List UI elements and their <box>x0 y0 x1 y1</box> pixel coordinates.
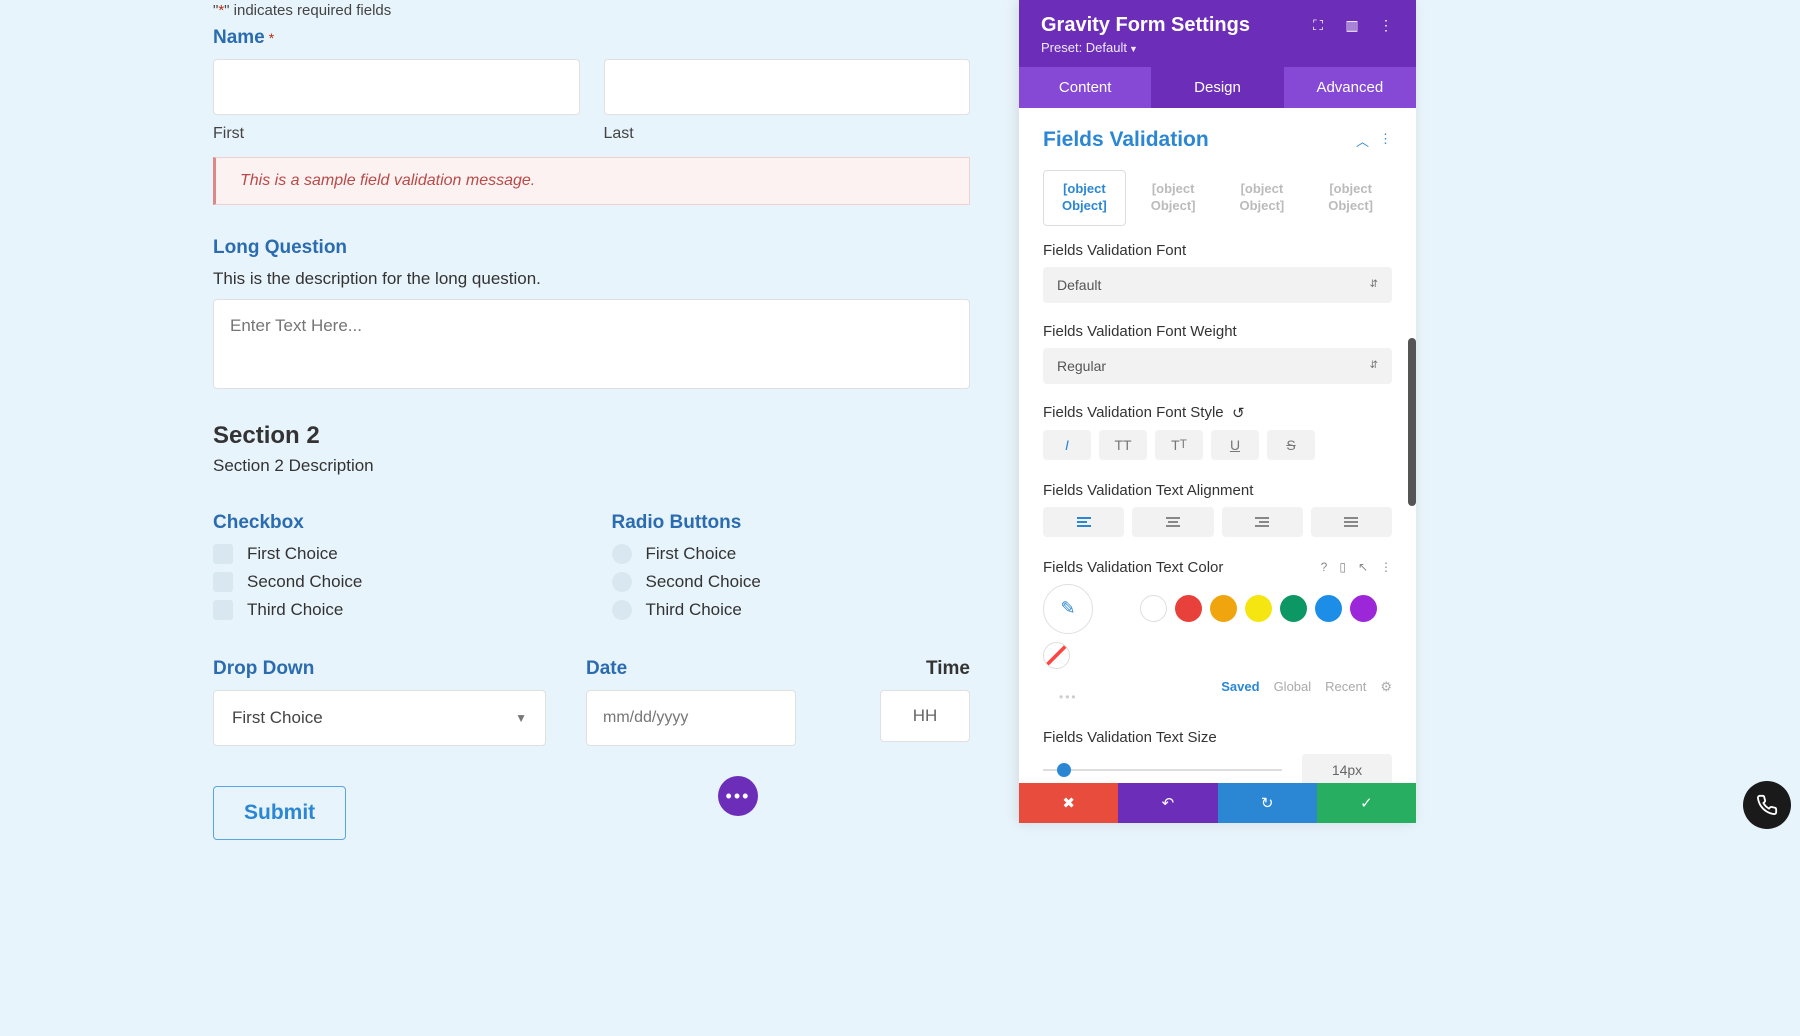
section2-desc: Section 2 Description <box>213 456 970 476</box>
weight-select[interactable]: Regular⇵ <box>1043 348 1392 384</box>
reset-icon[interactable]: ↻ <box>1232 404 1245 422</box>
more-menu-icon[interactable]: ⋮ <box>1378 18 1394 34</box>
tab-content[interactable]: Content <box>1019 67 1151 108</box>
cancel-button[interactable]: ✖ <box>1019 783 1118 823</box>
section-menu-icon[interactable]: ⋮ <box>1379 131 1392 150</box>
name-field-label: Name* <box>213 27 970 49</box>
checkbox-1[interactable] <box>213 544 233 564</box>
last-name-input[interactable] <box>604 59 971 115</box>
color-menu-icon[interactable]: ⋮ <box>1380 560 1392 574</box>
dropdown-select[interactable]: First Choice▼ <box>213 690 546 746</box>
swatch-blue[interactable] <box>1315 595 1342 622</box>
preset-selector[interactable]: Preset: Default▼ <box>1041 40 1394 55</box>
color-tab-recent[interactable]: Recent <box>1325 679 1366 694</box>
strikethrough-button[interactable]: S <box>1267 430 1315 460</box>
validation-message: This is a sample field validation messag… <box>213 157 970 205</box>
size-value[interactable]: 14px <box>1302 754 1392 783</box>
tab-advanced[interactable]: Advanced <box>1284 67 1416 108</box>
swatch-red[interactable] <box>1175 595 1202 622</box>
checkbox-2[interactable] <box>213 572 233 592</box>
swatch-transparent[interactable] <box>1043 642 1070 669</box>
size-label: Fields Validation Text Size <box>1043 729 1392 746</box>
swatch-green[interactable] <box>1280 595 1307 622</box>
checkbox-3[interactable] <box>213 600 233 620</box>
collapse-icon[interactable]: ︿ <box>1356 131 1369 150</box>
dropdown-label: Drop Down <box>213 658 546 680</box>
swatch-orange[interactable] <box>1210 595 1237 622</box>
more-swatches-icon[interactable]: ••• <box>1059 690 1078 704</box>
panel-title: Gravity Form Settings <box>1041 14 1250 37</box>
submit-button[interactable]: Submit <box>213 786 346 840</box>
long-question-textarea[interactable] <box>213 299 970 389</box>
style-label: Fields Validation Font Style ↻ <box>1043 404 1392 422</box>
scrollbar-thumb[interactable] <box>1408 338 1416 506</box>
align-left-button[interactable] <box>1043 507 1124 537</box>
font-select[interactable]: Default⇵ <box>1043 267 1392 303</box>
size-slider[interactable] <box>1043 769 1282 771</box>
subtab-2[interactable]: [object Object] <box>1132 170 1215 226</box>
mobile-icon[interactable]: ▯ <box>1339 560 1346 574</box>
last-sublabel: Last <box>604 125 971 143</box>
subtab-1[interactable]: [object Object] <box>1043 170 1126 226</box>
align-label: Fields Validation Text Alignment <box>1043 482 1392 499</box>
radio-2[interactable] <box>612 572 632 592</box>
first-name-input[interactable] <box>213 59 580 115</box>
radio-label-2: Second Choice <box>646 572 761 592</box>
smallcaps-button[interactable]: TT <box>1155 430 1203 460</box>
long-question-label: Long Question <box>213 237 970 259</box>
gear-icon[interactable]: ⚙ <box>1380 679 1392 695</box>
caret-down-icon: ▼ <box>515 711 527 725</box>
radio-label-3: Third Choice <box>646 600 742 620</box>
radio-1[interactable] <box>612 544 632 564</box>
subtab-4[interactable]: [object Object] <box>1309 170 1392 226</box>
align-center-button[interactable] <box>1132 507 1213 537</box>
radio-3[interactable] <box>612 600 632 620</box>
subtab-3[interactable]: [object Object] <box>1221 170 1304 226</box>
align-justify-button[interactable] <box>1311 507 1392 537</box>
validation-section-title[interactable]: Fields Validation <box>1043 128 1209 152</box>
columns-icon[interactable]: ▥ <box>1344 18 1360 34</box>
help-icon[interactable]: ? <box>1321 560 1328 574</box>
time-label: Time <box>836 658 970 680</box>
checkbox-group-label: Checkbox <box>213 512 572 534</box>
redo-button[interactable]: ↻ <box>1218 783 1317 823</box>
eyedropper-button[interactable]: ✎ <box>1043 584 1093 634</box>
radio-group-label: Radio Buttons <box>612 512 971 534</box>
italic-button[interactable]: I <box>1043 430 1091 460</box>
swatch-purple[interactable] <box>1350 595 1377 622</box>
section2-title: Section 2 <box>213 422 970 450</box>
align-right-button[interactable] <box>1222 507 1303 537</box>
slider-thumb[interactable] <box>1057 763 1071 777</box>
date-label: Date <box>586 658 796 680</box>
undo-button[interactable]: ↶ <box>1118 783 1217 823</box>
chat-fab[interactable] <box>1743 781 1791 829</box>
time-input[interactable] <box>880 690 970 742</box>
font-label: Fields Validation Font <box>1043 242 1392 259</box>
underline-button[interactable]: U <box>1211 430 1259 460</box>
uppercase-button[interactable]: TT <box>1099 430 1147 460</box>
expand-icon[interactable]: ⛶ <box>1310 18 1326 34</box>
color-tab-saved[interactable]: Saved <box>1221 679 1259 694</box>
swatch-yellow[interactable] <box>1245 595 1272 622</box>
date-input[interactable] <box>586 690 796 746</box>
swatch-black[interactable] <box>1105 595 1132 622</box>
tab-design[interactable]: Design <box>1151 67 1283 108</box>
settings-panel: Gravity Form Settings ⛶ ▥ ⋮ Preset: Defa… <box>1019 0 1416 823</box>
required-fields-note: "*" indicates required fields <box>213 0 970 27</box>
more-actions-fab[interactable]: ••• <box>718 776 758 816</box>
checkbox-label-2: Second Choice <box>247 572 362 592</box>
first-sublabel: First <box>213 125 580 143</box>
color-label: Fields Validation Text Color <box>1043 559 1223 576</box>
confirm-button[interactable]: ✓ <box>1317 783 1416 823</box>
color-tab-global[interactable]: Global <box>1274 679 1312 694</box>
checkbox-label-3: Third Choice <box>247 600 343 620</box>
swatch-white[interactable] <box>1140 595 1167 622</box>
weight-label: Fields Validation Font Weight <box>1043 323 1392 340</box>
radio-label-1: First Choice <box>646 544 737 564</box>
hover-icon[interactable]: ↖ <box>1358 560 1368 574</box>
checkbox-label-1: First Choice <box>247 544 338 564</box>
long-question-desc: This is the description for the long que… <box>213 269 970 289</box>
